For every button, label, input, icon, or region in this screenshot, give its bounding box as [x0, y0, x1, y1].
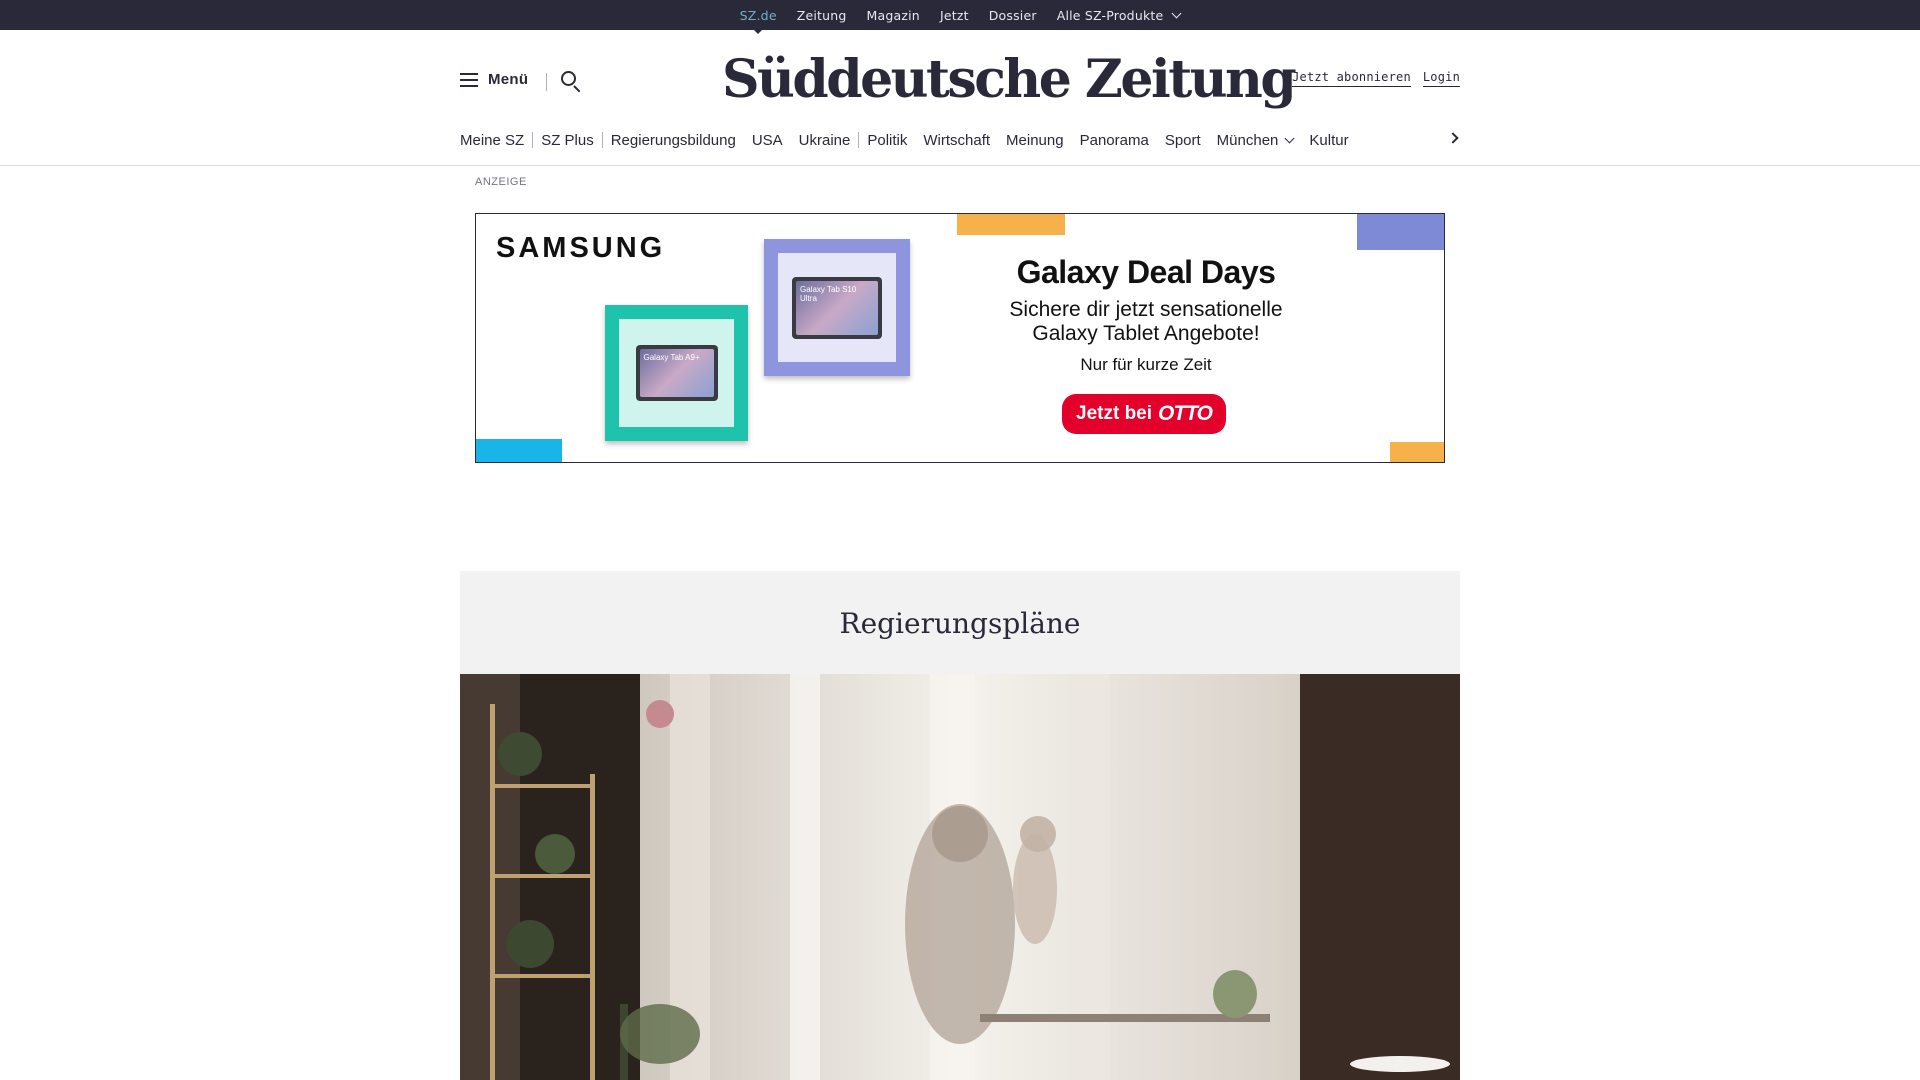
login-link[interactable]: Login: [1422, 70, 1460, 87]
nav-item-sz-plus[interactable]: SZ Plus: [533, 132, 602, 149]
topbar-link-magazin[interactable]: Magazin: [867, 8, 920, 23]
main-nav: Meine SZ SZ Plus Regierungsbildung USA U…: [460, 128, 1460, 152]
subscribe-link[interactable]: Jetzt abonnieren: [1292, 70, 1411, 87]
ad-sub-line: Galaxy Tablet Angebote!: [1032, 322, 1260, 345]
nav-item-panorama[interactable]: Panorama: [1072, 132, 1157, 149]
ad-brand-logo: SAMSUNG: [496, 232, 666, 264]
chevron-down-icon: [1171, 8, 1182, 18]
ad-product-tile: Galaxy Tab S10 Ultra: [764, 239, 910, 376]
ad-subheadline: Sichere dir jetzt sensationelle Galaxy T…: [966, 298, 1326, 346]
topbar-link-alle-produkte[interactable]: Alle SZ-Produkte: [1056, 7, 1182, 23]
nav-item-regierungsbildung[interactable]: Regierungsbildung: [603, 132, 744, 149]
ad-deco-bar: [1357, 214, 1444, 250]
nav-item-muenchen[interactable]: München: [1209, 132, 1302, 149]
teaser-image[interactable]: [460, 674, 1460, 1080]
topbar-link-alle-produkte-label: Alle SZ-Produkte: [1056, 7, 1164, 23]
topbar-link-dossier[interactable]: Dossier: [989, 8, 1037, 23]
topbar-link-sz-de[interactable]: SZ.de: [740, 8, 777, 23]
nav-item-meinung[interactable]: Meinung: [998, 132, 1072, 149]
nav-item-kultur[interactable]: Kultur: [1301, 132, 1356, 149]
ad-sub-line: Sichere dir jetzt sensationelle: [1009, 298, 1283, 321]
section-header: Regierungspläne: [460, 571, 1460, 675]
nav-item-sport[interactable]: Sport: [1157, 132, 1209, 149]
nav-item-ukraine[interactable]: Ukraine: [791, 132, 859, 149]
chevron-right-icon[interactable]: [1447, 132, 1459, 144]
tablet-image: Galaxy Tab S10 Ultra: [792, 276, 882, 339]
header-divider: [546, 73, 547, 91]
ad-cta-button[interactable]: Jetzt bei OTTO: [1062, 394, 1226, 434]
hamburger-icon: [460, 72, 478, 87]
site-logo[interactable]: Süddeutsche Zeitung: [722, 45, 1297, 115]
nav-item-meine-sz[interactable]: Meine SZ: [460, 132, 532, 149]
top-bar: SZ.de Zeitung Magazin Jetzt Dossier Alle…: [0, 0, 1920, 30]
ad-deco-bar: [476, 439, 562, 462]
ad-deco-bar: [1390, 442, 1444, 462]
ad-label: ANZEIGE: [475, 176, 527, 188]
nav-item-muenchen-label: München: [1216, 131, 1279, 149]
menu-label: Menü: [488, 71, 529, 88]
section-title[interactable]: Regierungspläne: [839, 607, 1080, 640]
topbar-link-zeitung[interactable]: Zeitung: [797, 8, 847, 23]
header-rule: [0, 165, 1920, 166]
otto-logo: OTTO: [1158, 402, 1213, 425]
nav-item-politik[interactable]: Politik: [859, 132, 915, 149]
topbar-link-jetzt[interactable]: Jetzt: [940, 8, 969, 23]
search-icon[interactable]: [561, 71, 583, 93]
nav-item-wirtschaft[interactable]: Wirtschaft: [915, 132, 998, 149]
tablet-screen-label: Galaxy Tab A9+: [639, 349, 714, 397]
nav-item-usa[interactable]: USA: [744, 132, 791, 149]
ad-cta-label: Jetzt bei: [1076, 403, 1153, 424]
ad-small-text: Nur für kurze Zeit: [1080, 355, 1212, 374]
ad-product-tile: Galaxy Tab A9+: [605, 305, 748, 441]
tablet-screen-label: Galaxy Tab S10 Ultra: [796, 280, 878, 335]
ad-deco-bar: [957, 214, 1065, 235]
menu-button[interactable]: Menü: [460, 71, 528, 88]
tablet-image: Galaxy Tab A9+: [635, 345, 718, 401]
account-links: Jetzt abonnieren Login: [1292, 70, 1460, 87]
teaser-photo: [460, 674, 1460, 1080]
chevron-down-icon: [1284, 133, 1295, 143]
ad-banner[interactable]: SAMSUNG Galaxy Tab A9+ Galaxy Tab S10 Ul…: [475, 213, 1445, 463]
ad-headline: Galaxy Deal Days: [1016, 254, 1276, 290]
